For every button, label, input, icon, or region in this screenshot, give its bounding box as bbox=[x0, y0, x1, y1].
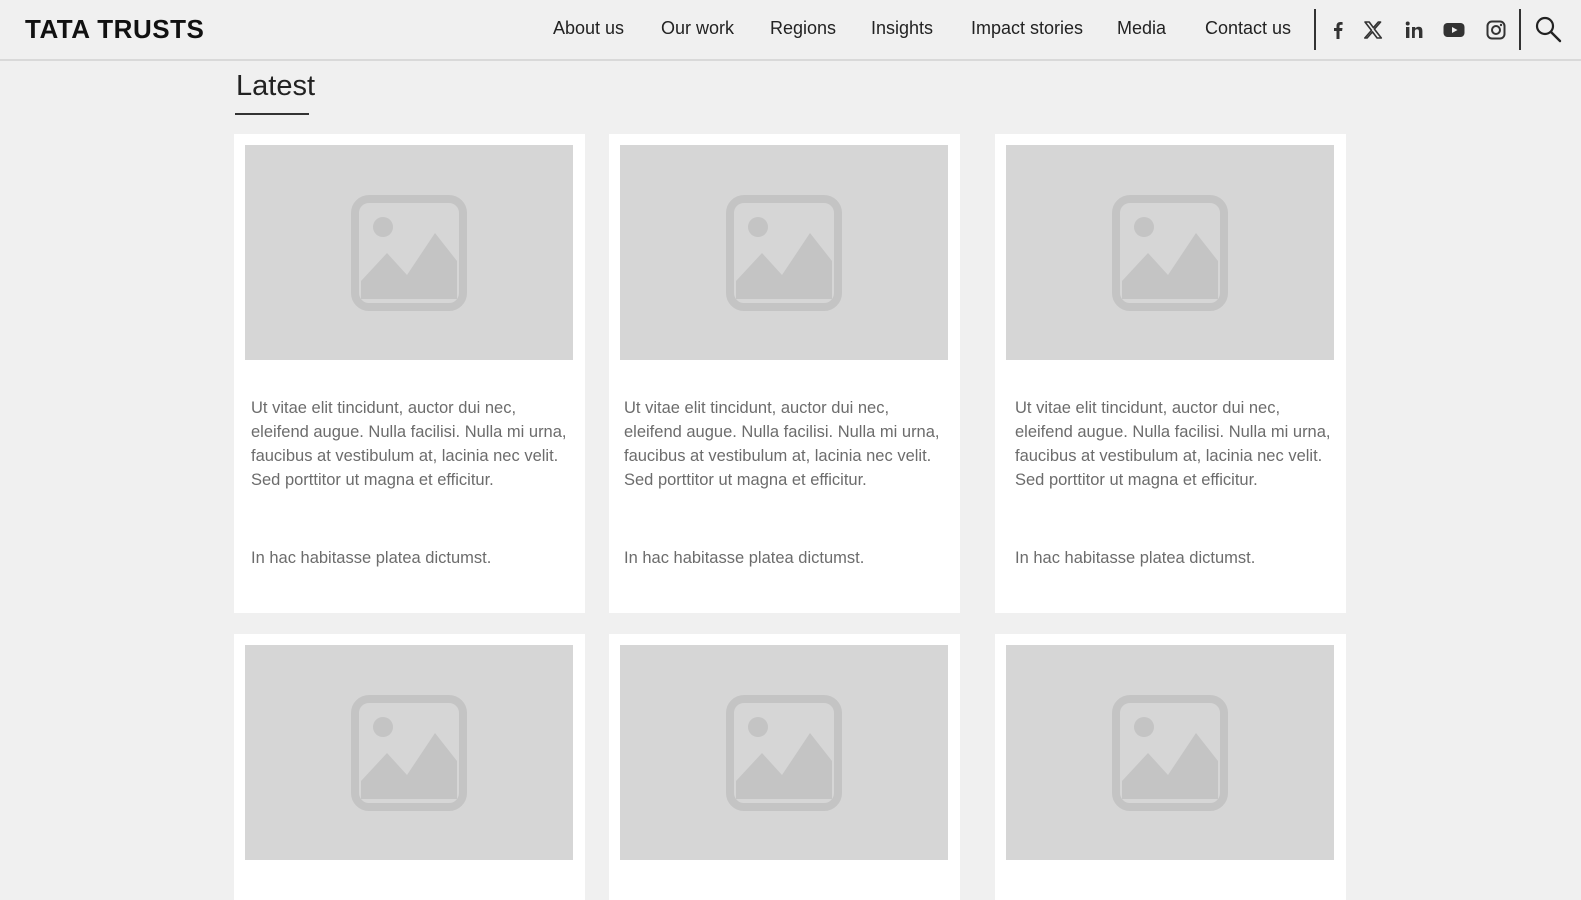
facebook-icon[interactable] bbox=[1326, 18, 1350, 42]
image-placeholder-icon bbox=[1112, 194, 1228, 311]
instagram-icon[interactable] bbox=[1484, 18, 1508, 42]
card-image[interactable] bbox=[620, 645, 948, 860]
article-card[interactable]: Ut vitae elit tincidunt, auctor dui nec,… bbox=[609, 134, 960, 613]
search-divider bbox=[1519, 9, 1521, 50]
site-logo[interactable]: TATA TRUSTS bbox=[25, 14, 204, 45]
article-card[interactable] bbox=[609, 634, 960, 900]
article-card[interactable] bbox=[234, 634, 585, 900]
card-meta: In hac habitasse platea dictumst. bbox=[1015, 549, 1256, 567]
article-card[interactable] bbox=[995, 634, 1346, 900]
nav-impact-stories[interactable]: Impact stories bbox=[971, 18, 1083, 39]
article-card[interactable]: Ut vitae elit tincidunt, auctor dui nec,… bbox=[995, 134, 1346, 613]
nav-divider bbox=[1314, 9, 1316, 50]
card-description: Ut vitae elit tincidunt, auctor dui nec,… bbox=[1015, 399, 1331, 489]
card-description: Ut vitae elit tincidunt, auctor dui nec,… bbox=[251, 399, 567, 489]
image-placeholder-icon bbox=[726, 194, 842, 311]
search-icon[interactable] bbox=[1534, 15, 1562, 43]
article-card[interactable]: Ut vitae elit tincidunt, auctor dui nec,… bbox=[234, 134, 585, 613]
image-placeholder-icon bbox=[1112, 694, 1228, 811]
card-image[interactable] bbox=[1006, 145, 1334, 360]
card-image[interactable] bbox=[245, 645, 573, 860]
nav-insights[interactable]: Insights bbox=[871, 18, 933, 39]
section-title: Latest bbox=[236, 70, 315, 102]
card-meta: In hac habitasse platea dictumst. bbox=[251, 549, 492, 567]
card-description: Ut vitae elit tincidunt, auctor dui nec,… bbox=[624, 399, 940, 489]
nav-media[interactable]: Media bbox=[1117, 18, 1166, 39]
card-image[interactable] bbox=[245, 145, 573, 360]
image-placeholder-icon bbox=[351, 694, 467, 811]
card-image[interactable] bbox=[1006, 645, 1334, 860]
card-image[interactable] bbox=[620, 145, 948, 360]
site-header: TATA TRUSTS About us Our work Regions In… bbox=[0, 0, 1581, 61]
image-placeholder-icon bbox=[351, 194, 467, 311]
nav-contact-us[interactable]: Contact us bbox=[1205, 18, 1291, 39]
card-meta: In hac habitasse platea dictumst. bbox=[624, 549, 865, 567]
nav-regions[interactable]: Regions bbox=[770, 18, 836, 39]
nav-about-us[interactable]: About us bbox=[553, 18, 624, 39]
youtube-icon[interactable] bbox=[1442, 18, 1466, 42]
linkedin-icon[interactable] bbox=[1402, 18, 1426, 42]
image-placeholder-icon bbox=[726, 694, 842, 811]
nav-our-work[interactable]: Our work bbox=[661, 18, 734, 39]
x-twitter-icon[interactable] bbox=[1361, 18, 1385, 42]
section-title-underline bbox=[235, 113, 309, 115]
